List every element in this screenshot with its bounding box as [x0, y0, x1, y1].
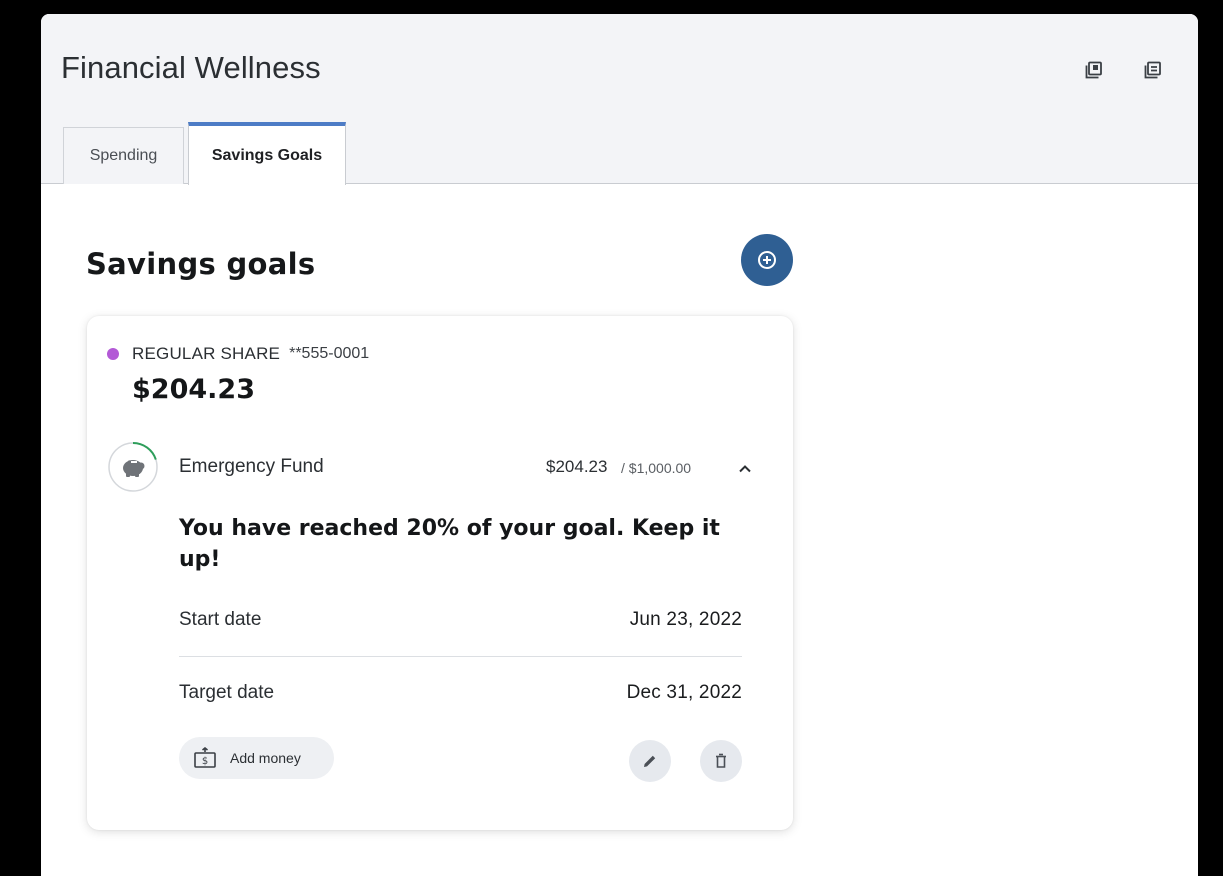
goal-target-amount: / $1,000.00 [621, 460, 692, 476]
target-date-value: Dec 31, 2022 [626, 682, 742, 703]
plus-circle-icon [758, 251, 776, 269]
panel-title: Financial Wellness [61, 50, 321, 85]
target-date-row: Target date Dec 31, 2022 [179, 678, 742, 708]
account-balance: $204.23 [132, 374, 255, 405]
goal-saved-amount: $204.23 [546, 457, 608, 476]
account-color-dot [107, 348, 119, 360]
delete-goal-button[interactable] [700, 740, 742, 782]
expand-window-icon[interactable] [1144, 61, 1162, 79]
progress-message: You have reached 20% of your goal. Keep … [179, 516, 720, 572]
money-transfer-icon: $ [194, 747, 216, 768]
start-date-value: Jun 23, 2022 [629, 609, 742, 630]
trash-icon [716, 753, 726, 768]
section-title: Savings goals [86, 247, 316, 281]
chevron-up-icon[interactable] [735, 459, 755, 479]
minimize-window-icon[interactable] [1085, 61, 1103, 79]
account-name: REGULAR SHARE [132, 344, 281, 363]
tab-savings-goals[interactable]: Savings Goals [188, 122, 346, 185]
svg-text:$: $ [202, 756, 208, 767]
target-date-label: Target date [179, 682, 275, 703]
start-date-row: Start date Jun 23, 2022 [179, 605, 742, 635]
piggy-bank-icon [108, 442, 158, 492]
financial-wellness-panel: Financial Wellness Spending Savings Goal… [41, 14, 1198, 876]
edit-goal-button[interactable] [629, 740, 671, 782]
account-number: **555-0001 [289, 345, 370, 362]
add-goal-button[interactable] [741, 234, 793, 286]
pencil-icon [644, 755, 656, 767]
add-money-label: Add money [230, 750, 301, 766]
tab-spending[interactable]: Spending [63, 127, 184, 184]
savings-goal-card: REGULAR SHARE **555-0001 $204.23 Emergen… [87, 316, 793, 830]
add-money-button[interactable]: $ Add money [179, 737, 334, 779]
account-row: REGULAR SHARE **555-0001 [107, 344, 369, 364]
start-date-label: Start date [179, 609, 262, 630]
divider [179, 656, 742, 657]
goal-name: Emergency Fund [179, 456, 324, 477]
panel-header: Financial Wellness Spending Savings Goal… [41, 14, 1198, 185]
